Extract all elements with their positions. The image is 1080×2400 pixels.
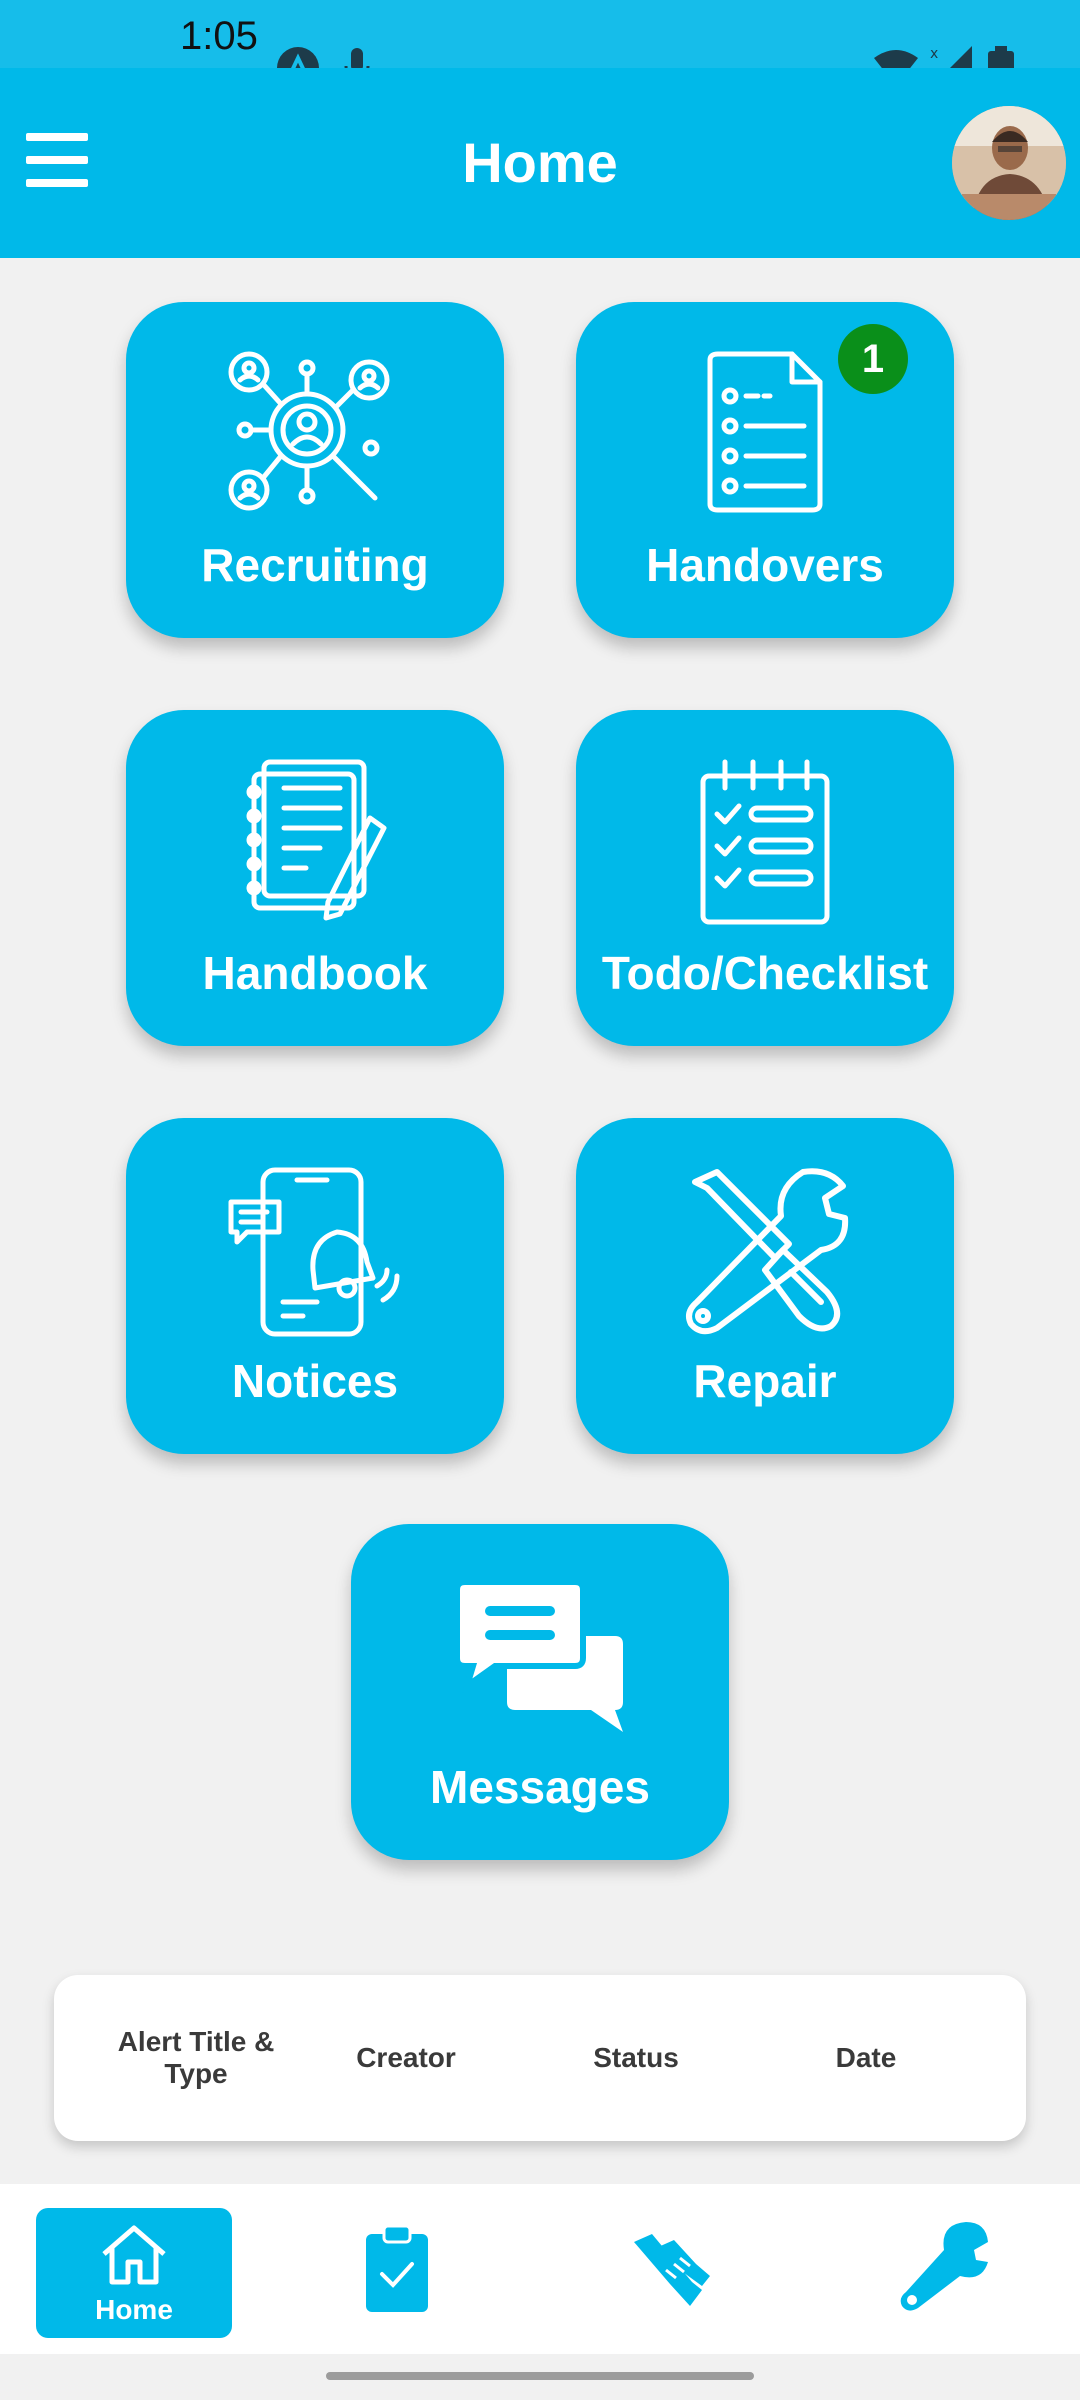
recruiting-label: Recruiting xyxy=(201,539,429,591)
chat-bubbles-icon xyxy=(455,1582,623,1732)
notices-label: Notices xyxy=(231,1355,399,1407)
nav-repair[interactable] xyxy=(900,2220,992,2316)
repair-label: Repair xyxy=(693,1355,837,1407)
notebook-pen-icon xyxy=(246,759,387,921)
handovers-tile[interactable]: 1 Handovers xyxy=(576,302,954,638)
handbook-label: Handbook xyxy=(202,947,428,999)
notices-tile[interactable]: Notices xyxy=(126,1118,504,1454)
recruiting-tile[interactable]: Recruiting xyxy=(126,302,504,638)
avatar[interactable] xyxy=(952,106,1066,220)
handovers-count-badge: 1 xyxy=(838,324,908,394)
document-list-icon xyxy=(707,351,823,513)
status-time: 1:05 xyxy=(180,14,258,58)
gesture-navigation-bar[interactable] xyxy=(326,2372,754,2380)
nav-home[interactable]: Home xyxy=(36,2208,232,2338)
todo-checklist-tile[interactable]: Todo/Checklist xyxy=(576,710,954,1046)
page-title: Home xyxy=(462,131,618,194)
bottom-navigation: Home xyxy=(0,2184,1080,2354)
app-bar: Home xyxy=(0,68,1080,258)
handshake-icon xyxy=(634,2234,710,2306)
phone-notification-bell-icon xyxy=(228,1167,400,1337)
messages-tile[interactable]: Messages xyxy=(351,1524,729,1860)
messages-label: Messages xyxy=(430,1761,650,1813)
repair-tile[interactable]: Repair xyxy=(576,1118,954,1454)
profile-photo xyxy=(952,106,1066,220)
nav-handovers[interactable] xyxy=(630,2230,716,2316)
column-date[interactable]: Date xyxy=(766,1975,966,2141)
home-icon xyxy=(102,2225,166,2285)
handovers-label: Handovers xyxy=(646,539,884,591)
column-status[interactable]: Status xyxy=(536,1975,736,2141)
column-creator[interactable]: Creator xyxy=(306,1975,506,2141)
column-alert-title-type[interactable]: Alert Title & Type xyxy=(96,1975,296,2141)
clipboard-check-icon xyxy=(366,2224,428,2312)
nav-checklist[interactable] xyxy=(364,2224,446,2320)
todo-checklist-label: Todo/Checklist xyxy=(601,947,929,999)
handbook-tile[interactable]: Handbook xyxy=(126,710,504,1046)
svg-text:x: x xyxy=(930,46,938,62)
checklist-notepad-icon xyxy=(700,759,830,925)
status-bar: 1:05 x xyxy=(0,0,1080,91)
recruiting-search-people-icon xyxy=(228,351,390,511)
alerts-table-header: Alert Title & Type Creator Status Date xyxy=(54,1975,1026,2141)
wrench-screwdriver-icon xyxy=(686,1168,849,1335)
wrench-icon xyxy=(900,2222,988,2311)
nav-home-label: Home xyxy=(95,2294,173,2325)
